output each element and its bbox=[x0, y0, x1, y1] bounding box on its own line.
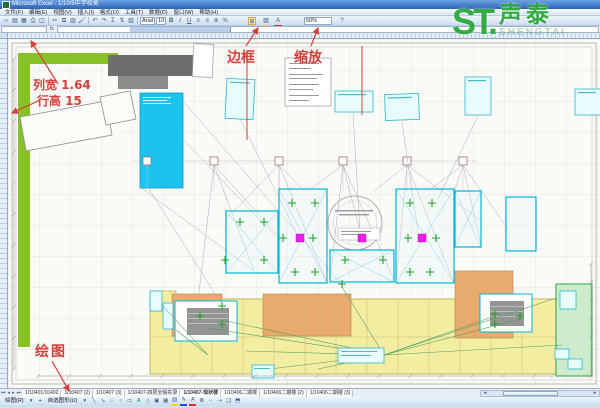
cut-icon[interactable]: ✂ bbox=[51, 17, 59, 25]
standard-toolbar: ▱ ▤ ▦ ⎙ ◫ ✂ ⧉ ▥ 🖌 ↶ ↷ Σ ⇅ ▥ Arial 10 B I… bbox=[0, 16, 600, 26]
merge-center-icon[interactable]: ⧈ bbox=[212, 17, 220, 25]
oval-icon[interactable]: ○ bbox=[117, 398, 124, 405]
font-name-combo[interactable]: Arial bbox=[140, 17, 155, 25]
picture-icon[interactable]: ▦ bbox=[162, 398, 169, 405]
scroll-left-icon[interactable]: ◂ bbox=[481, 390, 489, 396]
sheet-tab[interactable]: 1/10401/10402 bbox=[22, 390, 61, 397]
row-headers[interactable] bbox=[0, 39, 8, 388]
clipart-icon[interactable]: ▣ bbox=[153, 398, 160, 405]
formula-selection bbox=[130, 27, 231, 32]
sheet-canvas[interactable] bbox=[8, 39, 600, 388]
line-icon[interactable]: ╲ bbox=[90, 398, 97, 405]
tab-next-icon[interactable]: ▸ bbox=[12, 390, 15, 396]
save-icon[interactable]: ▦ bbox=[20, 17, 28, 25]
print-icon[interactable]: ⎙ bbox=[29, 17, 37, 25]
font-color-icon[interactable]: A bbox=[189, 397, 196, 406]
menu-format[interactable]: 格式(O) bbox=[100, 8, 119, 16]
sheet-tab[interactable]: 1/10406二期楼 bbox=[221, 390, 260, 397]
fill-color-icon[interactable]: ▨ bbox=[171, 397, 178, 406]
menu-edit[interactable]: 编辑(E) bbox=[29, 8, 47, 16]
plan-drawing bbox=[8, 39, 600, 388]
horizontal-scrollbar[interactable]: ◂ ▸ bbox=[480, 390, 600, 397]
menu-data[interactable]: 数据(D) bbox=[149, 8, 168, 16]
equipment-marker bbox=[296, 234, 304, 242]
sheet-tab[interactable]: 1/10407 (3) bbox=[93, 390, 125, 397]
diagram-icon[interactable]: ◇ bbox=[144, 398, 151, 405]
align-left-icon[interactable]: ≡ bbox=[194, 17, 202, 25]
drawing-toolbar: 绘图(R) ▾ ⌖ 自选图形(U) ▾ ╲ ↘ □ ○ ▭ A ◇ ▣ ▦ ▨ … bbox=[0, 397, 600, 406]
preview-icon[interactable]: ◫ bbox=[38, 17, 46, 25]
menu-file[interactable]: 文件(F) bbox=[5, 8, 23, 16]
menu-view[interactable]: 视图(V) bbox=[53, 8, 71, 16]
copy-icon[interactable]: ⧉ bbox=[60, 17, 68, 25]
spec-note-box bbox=[285, 58, 331, 106]
sheet-tab[interactable]: 1/10406二期楼 (2) bbox=[260, 390, 307, 397]
equipment-marker bbox=[358, 234, 366, 242]
bold-icon[interactable]: B bbox=[167, 17, 175, 25]
shadow-icon[interactable]: ❏ bbox=[225, 398, 232, 405]
menu-bar: 文件(F) 编辑(E) 视图(V) 插入(I) 格式(O) 工具(T) 数据(D… bbox=[0, 9, 600, 16]
autosum-icon[interactable]: Σ bbox=[109, 17, 117, 25]
chevron-down-icon[interactable]: ▾ bbox=[81, 398, 88, 405]
menu-insert[interactable]: 插入(I) bbox=[78, 8, 94, 16]
zoom-combo[interactable]: 50% bbox=[304, 17, 332, 25]
paste-icon[interactable]: ▥ bbox=[69, 17, 77, 25]
select-objects-icon[interactable]: ⌖ bbox=[37, 398, 44, 405]
tab-first-icon[interactable]: ⏮ bbox=[1, 390, 6, 396]
italic-icon[interactable]: I bbox=[176, 17, 184, 25]
rectangle-icon[interactable]: □ bbox=[108, 398, 115, 405]
toolbar-separator bbox=[137, 17, 138, 25]
line-style-icon[interactable]: ≣ bbox=[198, 398, 205, 405]
sheet-tab[interactable]: 1/10406二期楼 (3) bbox=[307, 390, 354, 397]
sheet-tab[interactable]: 1/10407 (2) bbox=[61, 390, 93, 397]
autoshapes-menu[interactable]: 自选图形(U) bbox=[46, 398, 80, 405]
sheet-tab[interactable]: 1/10407-四层全貌实录 bbox=[125, 390, 181, 397]
toolbar-separator bbox=[48, 17, 49, 25]
equipment-marker bbox=[418, 234, 426, 242]
chart-wizard-icon[interactable]: ▥ bbox=[127, 17, 135, 25]
stair-unit-2 bbox=[480, 294, 532, 332]
menu-help[interactable]: 帮助(H) bbox=[199, 8, 218, 16]
sheet-tab-active[interactable]: 1/10407-现状楼 bbox=[180, 390, 221, 397]
open-icon[interactable]: ▤ bbox=[11, 17, 19, 25]
wordart-icon[interactable]: A bbox=[135, 398, 142, 405]
format-painter-icon[interactable]: 🖌 bbox=[78, 17, 86, 25]
line-color-icon[interactable]: ✎ bbox=[180, 397, 187, 406]
formula-field[interactable] bbox=[57, 26, 599, 33]
new-icon[interactable]: ▱ bbox=[2, 17, 10, 25]
cyan-building-block bbox=[140, 93, 183, 188]
tab-last-icon[interactable]: ⏭ bbox=[17, 390, 22, 396]
chevron-down-icon[interactable]: ▾ bbox=[28, 398, 35, 405]
font-size-combo[interactable]: 10 bbox=[156, 17, 166, 25]
percent-icon[interactable]: % bbox=[221, 17, 229, 25]
underline-icon[interactable]: U bbox=[185, 17, 193, 25]
name-box[interactable] bbox=[1, 26, 47, 33]
tab-prev-icon[interactable]: ◂ bbox=[8, 390, 11, 396]
threed-icon[interactable]: ⬒ bbox=[234, 398, 241, 405]
dash-style-icon[interactable]: ┄ bbox=[207, 398, 214, 405]
scrollbar-thumb[interactable] bbox=[503, 391, 558, 396]
redo-icon[interactable]: ↷ bbox=[100, 17, 108, 25]
excel-window: Microsoft Excel - 1/10/5中学校舍 文件(F) 编辑(E)… bbox=[0, 0, 600, 408]
borders-icon[interactable]: ⊞ bbox=[248, 17, 256, 25]
fx-icon[interactable]: fx bbox=[47, 26, 57, 32]
arrow-style-icon[interactable]: ⇢ bbox=[216, 398, 223, 405]
help-icon[interactable]: ? bbox=[338, 17, 346, 25]
scroll-right-icon[interactable]: ▸ bbox=[591, 390, 599, 396]
formula-bar: fx bbox=[0, 26, 600, 33]
toolbar-separator bbox=[88, 17, 89, 25]
menu-window[interactable]: 窗口(W) bbox=[174, 8, 194, 16]
menu-tools[interactable]: 工具(T) bbox=[125, 8, 143, 16]
sheet-tab-bar: ⏮ ◂ ▸ ⏭ 1/10401/10402 1/10407 (2) 1/1040… bbox=[0, 388, 600, 397]
sort-asc-icon[interactable]: ⇅ bbox=[118, 17, 126, 25]
draw-menu[interactable]: 绘图(R) bbox=[3, 398, 26, 405]
textbox-icon[interactable]: ▭ bbox=[126, 398, 133, 405]
arrow-icon[interactable]: ↘ bbox=[99, 398, 106, 405]
undo-icon[interactable]: ↶ bbox=[91, 17, 99, 25]
align-center-icon[interactable]: ≡ bbox=[203, 17, 211, 25]
